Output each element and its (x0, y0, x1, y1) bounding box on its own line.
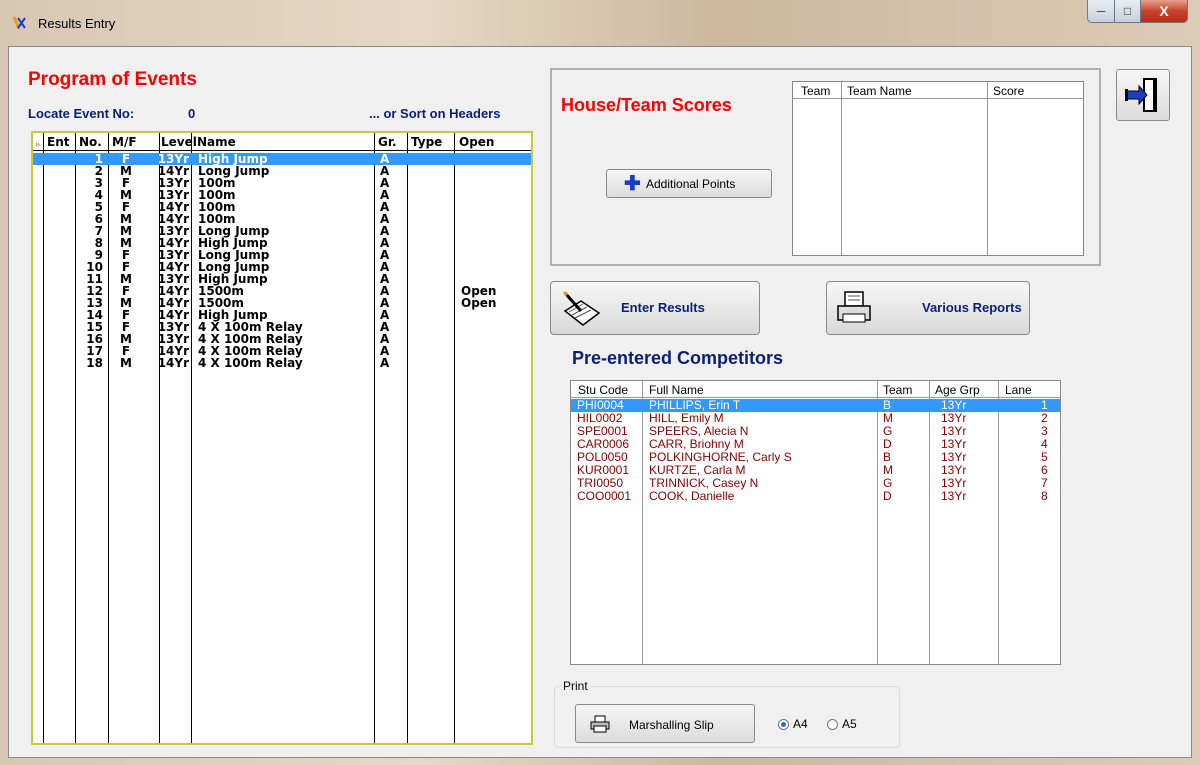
print-legend: Print (561, 679, 590, 693)
col-header-lane[interactable]: Lane (1005, 383, 1032, 397)
radio-a5[interactable]: A5 (827, 717, 857, 731)
event-mf: M (120, 356, 132, 370)
competitor-row[interactable]: COO0001 COOK, Danielle D 13Yr 8 (571, 490, 1060, 503)
writing-pad-icon (562, 290, 601, 326)
col-header-age-grp[interactable]: Age Grp (935, 383, 980, 397)
event-row[interactable]: 4 M 13Yr 100m A (33, 189, 531, 201)
client-area: Program of Events Locate Event No: 0 ...… (8, 46, 1192, 758)
event-row[interactable]: 5 F 14Yr 100m A (33, 201, 531, 213)
competitor-row[interactable]: HIL0002 HILL, Emily M M 13Yr 2 (571, 412, 1060, 425)
printer-icon (837, 291, 871, 323)
event-row[interactable]: 9 F 13Yr Long Jump A (33, 249, 531, 261)
event-level: 14Yr (157, 356, 189, 370)
column-divider (987, 82, 988, 255)
locate-event-input[interactable]: 0 (188, 106, 195, 121)
event-row[interactable]: 11 M 13Yr High Jump A (33, 273, 531, 285)
marshalling-slip-label: Marshalling Slip (629, 718, 714, 732)
col-header-team-name[interactable]: Team Name (847, 84, 912, 98)
title-bar[interactable]: Results Entry ─ □ X (0, 0, 1200, 46)
grid-header-divider (571, 397, 1060, 398)
event-row[interactable]: 18 M 14Yr 4 X 100m Relay A (33, 357, 531, 369)
events-grid[interactable]: » Ent No. M/F Level Name Gr. Type Open 1… (31, 131, 533, 745)
close-icon: X (1159, 3, 1169, 19)
sort-hint: ... or Sort on Headers (369, 106, 501, 121)
grid-header-divider (793, 98, 1083, 99)
competitor-name: COOK, Danielle (649, 489, 735, 503)
col-header-no[interactable]: No. (79, 135, 102, 149)
event-gr: A (380, 356, 390, 370)
competitor-lane: 8 (1041, 489, 1048, 503)
various-reports-button[interactable]: Various Reports (826, 281, 1030, 335)
enter-results-label: Enter Results (621, 300, 705, 315)
col-header-ent[interactable]: Ent (47, 135, 69, 149)
maximize-button[interactable]: □ (1115, 0, 1141, 23)
competitor-team: D (883, 489, 892, 503)
close-button[interactable]: X (1141, 0, 1188, 23)
locate-label: Locate Event No: (28, 106, 135, 121)
various-reports-label: Various Reports (922, 300, 1022, 315)
results-entry-window: Results Entry ─ □ X Program of Events Lo… (0, 0, 1200, 765)
competitor-row[interactable]: CAR0006 CARR, Briohny M D 13Yr 4 (571, 438, 1060, 451)
row-indicator-icon: » (35, 139, 41, 149)
event-row[interactable]: 12 F 14Yr 1500m A Open (33, 285, 531, 297)
col-header-team[interactable]: Team (801, 84, 830, 98)
radio-a5-dot[interactable] (827, 718, 838, 730)
competitors-grid[interactable]: Stu Code Full Name Team Age Grp Lane PHI… (570, 380, 1061, 665)
house-scores-title: House/Team Scores (561, 95, 732, 115)
radio-a4[interactable]: A4 (778, 717, 808, 731)
printer-icon (590, 715, 610, 733)
competitors-title: Pre-entered Competitors (572, 348, 784, 368)
event-name: 4 X 100m Relay (198, 356, 303, 370)
competitor-code: COO0001 (577, 489, 632, 503)
plus-icon: ✚ (624, 173, 641, 195)
enter-results-button[interactable]: Enter Results (550, 281, 760, 335)
exit-button[interactable] (1116, 69, 1170, 121)
event-row[interactable]: 8 M 14Yr High Jump A (33, 237, 531, 249)
event-row[interactable]: 3 F 13Yr 100m A (33, 177, 531, 189)
event-open: Open (461, 296, 497, 310)
radio-a4-label: A4 (793, 717, 808, 731)
competitor-row[interactable]: KUR0001 KURTZE, Carla M M 13Yr 6 (571, 464, 1060, 477)
team-scores-grid[interactable]: Team Team Name Score (792, 81, 1084, 256)
additional-points-button[interactable]: ✚ Additional Points (606, 169, 772, 198)
event-row[interactable]: 2 M 14Yr Long Jump A (33, 165, 531, 177)
event-row[interactable]: 10 F 14Yr Long Jump A (33, 261, 531, 273)
column-divider (841, 82, 842, 255)
radio-a4-dot[interactable] (778, 718, 789, 730)
competitor-row[interactable]: POL0050 POLKINGHORNE, Carly S B 13Yr 5 (571, 451, 1060, 464)
radio-a5-label: A5 (842, 717, 857, 731)
col-header-type[interactable]: Type (411, 135, 442, 149)
event-row[interactable]: 6 M 14Yr 100m A (33, 213, 531, 225)
exit-door-icon (1125, 78, 1157, 112)
marshalling-slip-button[interactable]: Marshalling Slip (575, 704, 755, 743)
event-row[interactable]: 7 M 13Yr Long Jump A (33, 225, 531, 237)
window-title: Results Entry (38, 16, 116, 31)
event-no: 18 (86, 356, 103, 370)
col-header-team[interactable]: Team (883, 383, 912, 397)
col-header-level[interactable]: Level (161, 135, 197, 149)
maximize-icon: □ (1123, 4, 1132, 18)
app-icon (12, 16, 26, 30)
minimize-icon: ─ (1096, 4, 1106, 18)
competitor-row[interactable]: PHI0004 PHILLIPS, Erin T B 13Yr 1 (571, 399, 1060, 412)
col-header-full-name[interactable]: Full Name (649, 383, 704, 397)
minimize-button[interactable]: ─ (1087, 0, 1115, 23)
col-header-name[interactable]: Name (197, 135, 236, 149)
col-header-stu-code[interactable]: Stu Code (578, 383, 628, 397)
competitor-age: 13Yr (941, 489, 967, 503)
competitor-row[interactable]: TRI0050 TRINNICK, Casey N G 13Yr 7 (571, 477, 1060, 490)
additional-points-label: Additional Points (646, 177, 736, 191)
event-row[interactable]: 1 F 13Yr High Jump A (33, 153, 531, 165)
col-header-open[interactable]: Open (459, 135, 494, 149)
program-title: Program of Events (28, 69, 197, 90)
col-header-score[interactable]: Score (993, 84, 1024, 98)
event-row[interactable]: 13 M 14Yr 1500m A Open (33, 297, 531, 309)
competitor-row[interactable]: SPE0001 SPEERS, Alecia N G 13Yr 3 (571, 425, 1060, 438)
col-header-mf[interactable]: M/F (112, 135, 137, 149)
col-header-gr[interactable]: Gr. (378, 135, 397, 149)
